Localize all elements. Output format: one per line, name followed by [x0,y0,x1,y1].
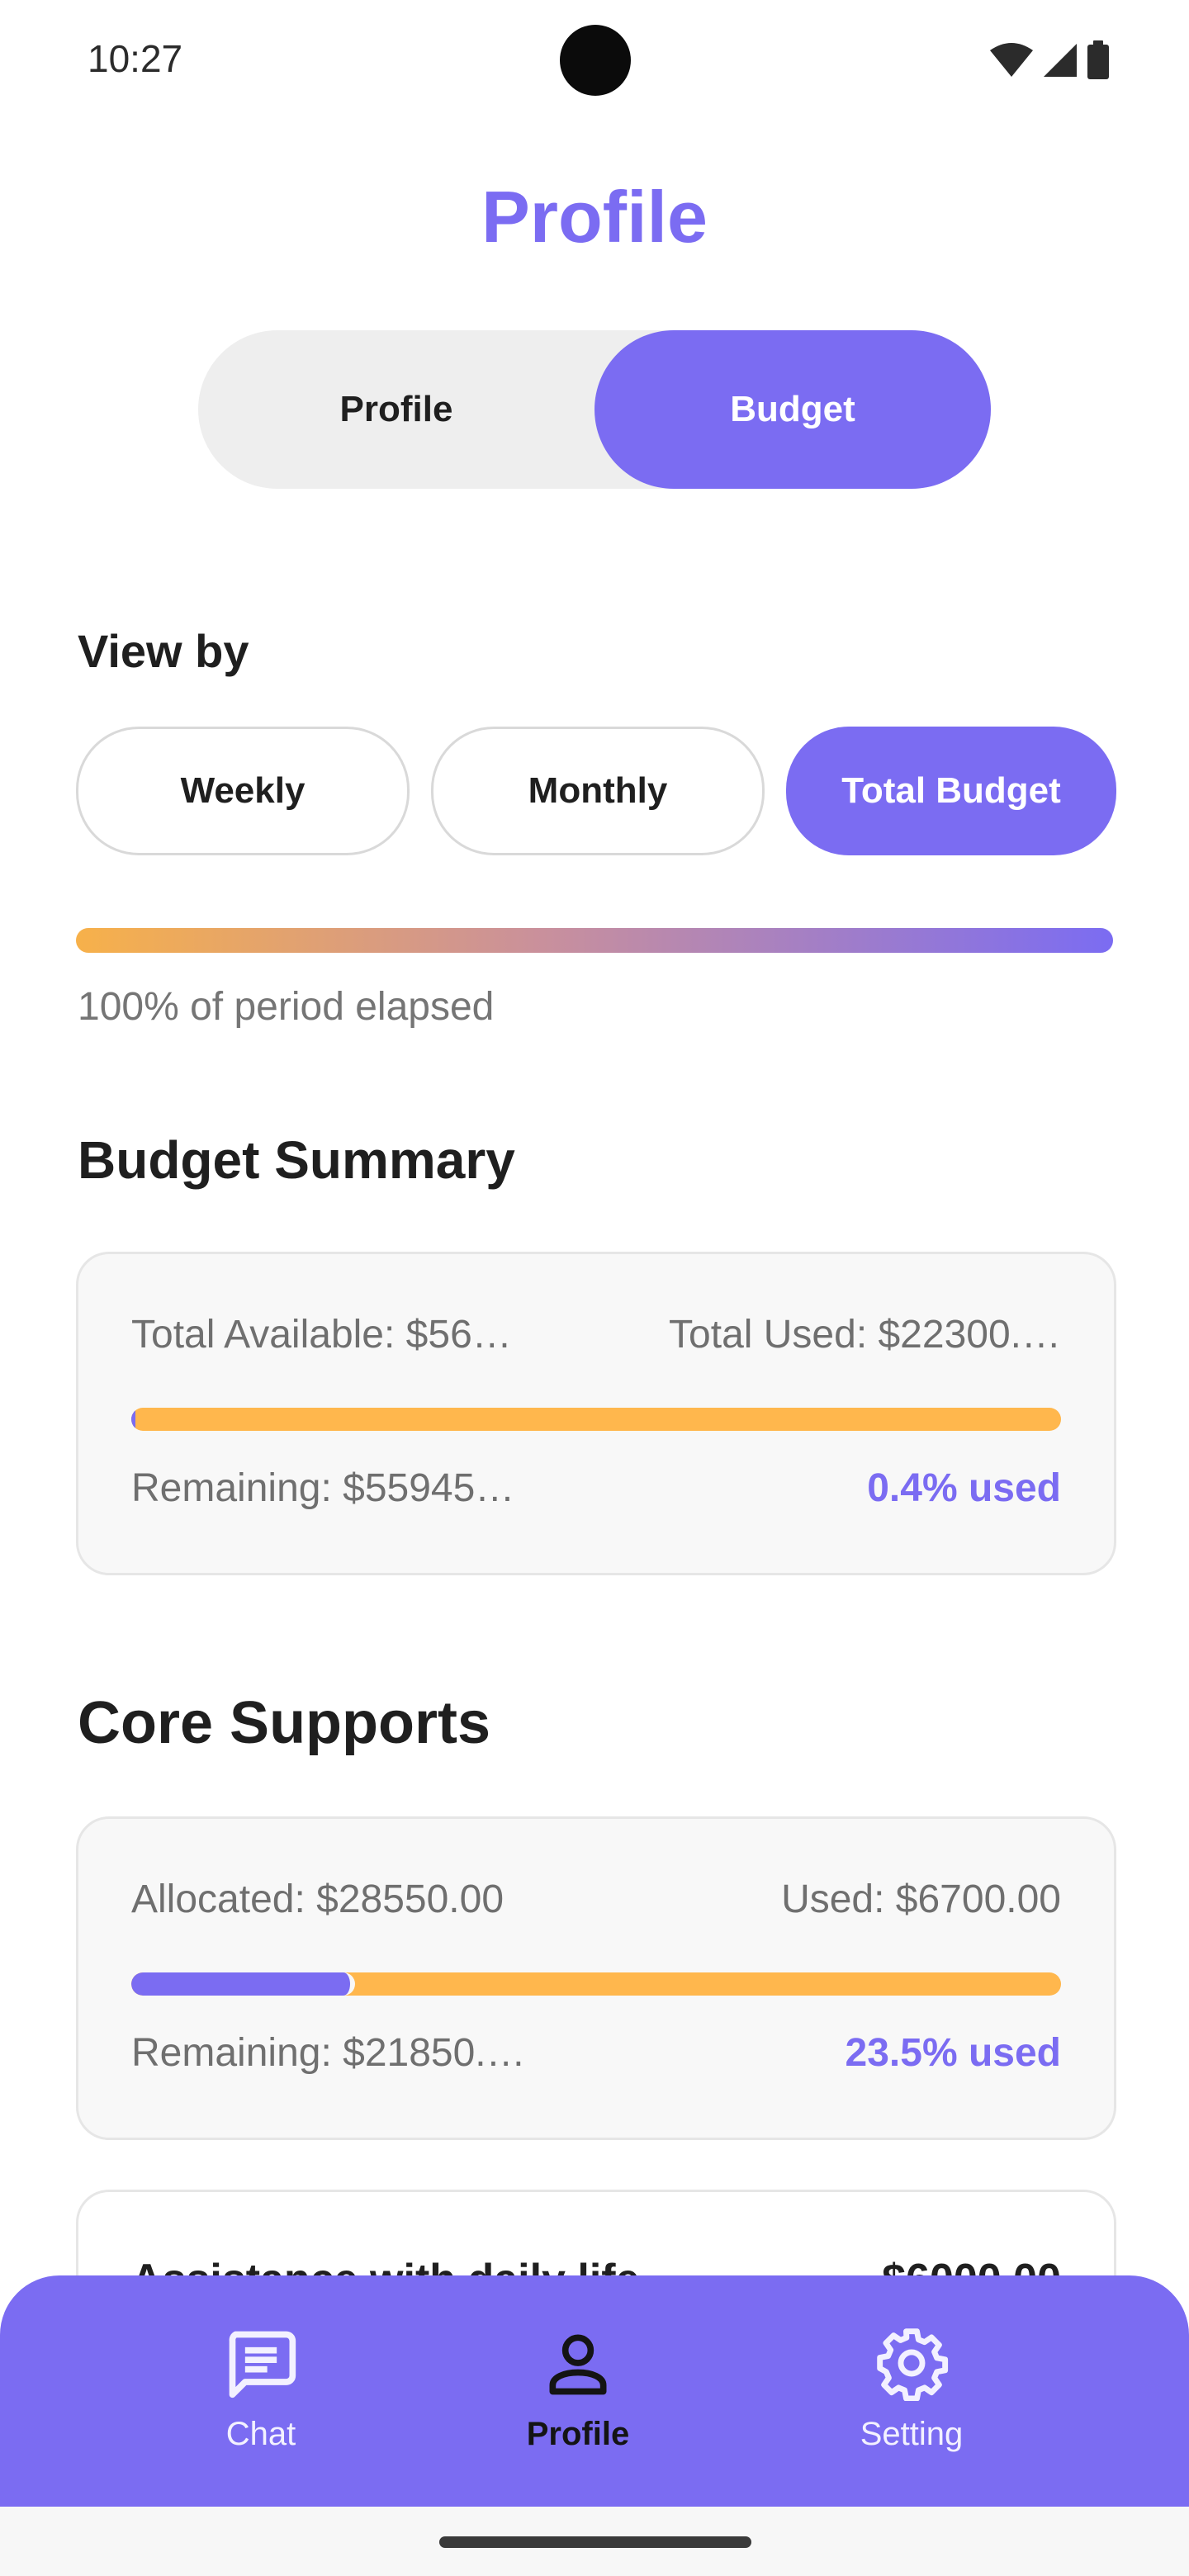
camera-cutout [560,25,631,96]
status-bar: 10:27 [0,0,1189,116]
nav-setting[interactable]: Setting [821,2325,1002,2453]
budget-summary-card: Total Available: $56… Total Used: $22300… [76,1252,1116,1575]
weekly-button[interactable]: Weekly [76,727,410,855]
remaining-text: Remaining: $55945… [131,1466,515,1510]
core-remaining-text: Remaining: $21850.… [131,2031,526,2075]
nav-profile-label: Profile [526,2416,630,2452]
gear-icon [877,2328,949,2401]
summary-progress-fill [131,1408,135,1431]
bottom-nav: Chat Profile Setting [0,2275,1189,2507]
view-by-label: View by [78,625,249,677]
core-percent-used: 23.5% used [845,2031,1061,2075]
profile-budget-toggle: Profile Budget [198,330,991,489]
budget-summary-title: Budget Summary [78,1130,515,1190]
tab-profile[interactable]: Profile [198,330,594,489]
person-icon [549,2334,607,2395]
total-budget-button[interactable]: Total Budget [786,727,1116,855]
tab-budget[interactable]: Budget [594,330,991,489]
battery-icon [1087,40,1109,79]
core-progress-fill [131,1972,355,1996]
view-by-options: Weekly Monthly Total Budget [76,727,1116,855]
status-icons [989,40,1110,81]
period-progress-bar [76,928,1113,953]
page-title: Profile [481,176,708,258]
core-supports-title: Core Supports [78,1690,491,1756]
status-time: 10:27 [88,37,183,80]
total-used-text: Total Used: $22300.… [669,1313,1061,1357]
used-text: Used: $6700.00 [781,1878,1061,1921]
chat-icon [229,2331,296,2398]
gesture-handle[interactable] [439,2536,751,2548]
wifi-icon [990,43,1033,77]
monthly-button[interactable]: Monthly [431,727,765,855]
summary-percent-used: 0.4% used [867,1466,1061,1510]
summary-progress-bar [131,1408,1061,1431]
total-available-text: Total Available: $56… [131,1313,512,1357]
period-elapsed-text: 100% of period elapsed [78,985,495,1029]
nav-profile[interactable]: Profile [487,2325,669,2453]
nav-chat[interactable]: Chat [170,2325,352,2453]
nav-setting-label: Setting [860,2416,964,2452]
cellular-icon [1044,44,1077,77]
allocated-text: Allocated: $28550.00 [131,1878,504,1921]
nav-chat-label: Chat [225,2416,296,2452]
core-supports-card: Allocated: $28550.00 Used: $6700.00 Rema… [76,1816,1116,2140]
core-progress-bar [131,1972,1061,1996]
